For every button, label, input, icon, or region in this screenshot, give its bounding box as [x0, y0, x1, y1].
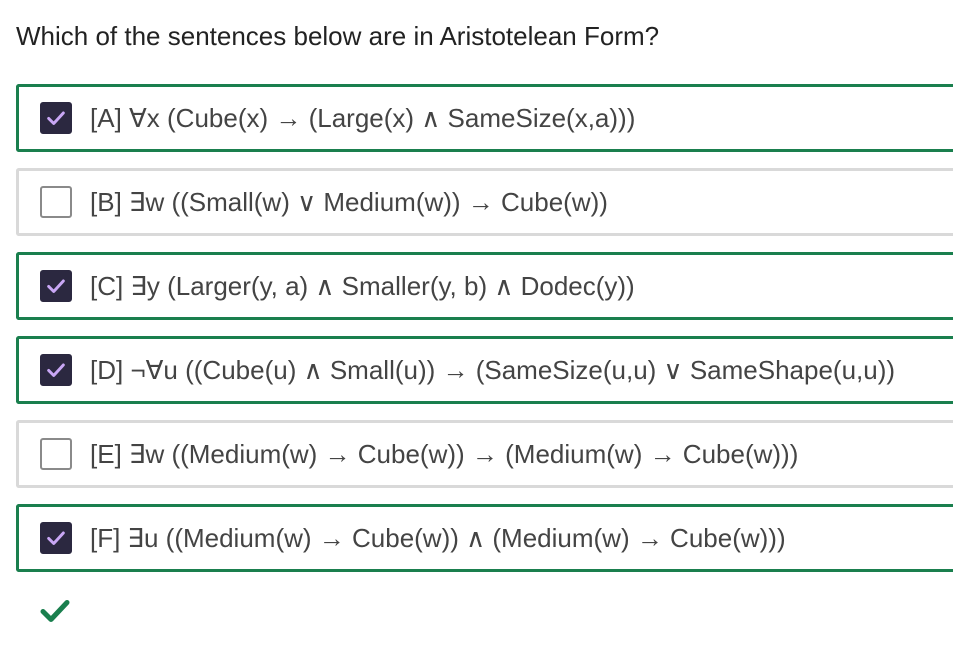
option-b[interactable]: [B] ∃w ((Small(w) ∨ Medium(w)) → Cube(w)… [16, 168, 953, 236]
check-icon [47, 363, 65, 377]
question-text: Which of the sentences below are in Aris… [16, 21, 660, 51]
checkbox-c[interactable] [40, 270, 72, 302]
check-icon [47, 531, 65, 545]
option-e[interactable]: [E] ∃w ((Medium(w) → Cube(w)) → (Medium(… [16, 420, 953, 488]
option-c[interactable]: [C] ∃y (Larger(y, a) ∧ Smaller(y, b) ∧ D… [16, 252, 953, 320]
option-c-label: [C] ∃y (Larger(y, a) ∧ Smaller(y, b) ∧ D… [90, 271, 635, 301]
option-b-label: [B] ∃w ((Small(w) ∨ Medium(w)) → Cube(w)… [90, 187, 608, 217]
checkmark-icon [40, 600, 70, 622]
checkbox-b[interactable] [40, 186, 72, 218]
checkbox-f[interactable] [40, 522, 72, 554]
check-icon [47, 111, 65, 125]
option-d-label: [D] ¬∀u ((Cube(u) ∧ Small(u)) → (SameSiz… [90, 355, 896, 385]
option-a[interactable]: [A] ∀x (Cube(x) → (Large(x) ∧ SameSize(x… [16, 84, 953, 152]
check-icon [47, 279, 65, 293]
option-e-label: [E] ∃w ((Medium(w) → Cube(w)) → (Medium(… [90, 439, 799, 469]
checkbox-d[interactable] [40, 354, 72, 386]
option-f[interactable]: [F] ∃u ((Medium(w) → Cube(w)) ∧ (Medium(… [16, 504, 953, 572]
option-d[interactable]: [D] ¬∀u ((Cube(u) ∧ Small(u)) → (SameSiz… [16, 336, 953, 404]
option-a-label: [A] ∀x (Cube(x) → (Large(x) ∧ SameSize(x… [90, 103, 636, 133]
option-f-label: [F] ∃u ((Medium(w) → Cube(w)) ∧ (Medium(… [90, 523, 786, 553]
checkbox-a[interactable] [40, 102, 72, 134]
answer-options: [A] ∀x (Cube(x) → (Large(x) ∧ SameSize(x… [16, 84, 953, 588]
checkbox-e[interactable] [40, 438, 72, 470]
